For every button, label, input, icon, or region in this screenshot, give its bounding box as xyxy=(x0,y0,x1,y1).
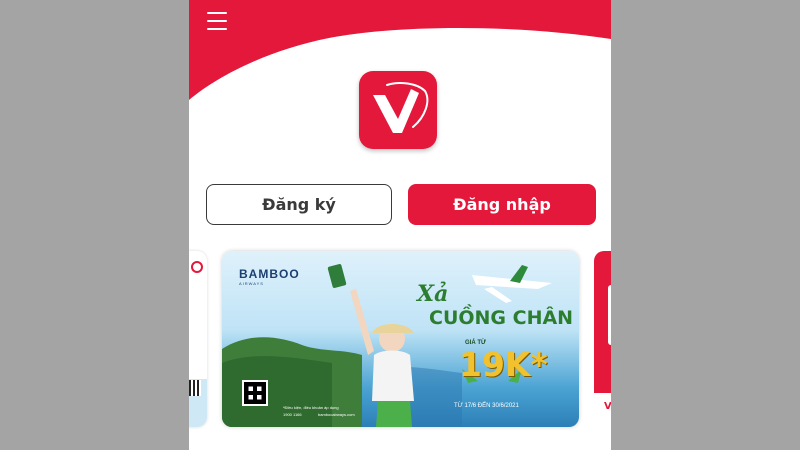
banner-headline-2: CUỒNG CHÂN xyxy=(429,307,574,329)
banner-brand-sub: AIRWAYS xyxy=(239,281,264,286)
banner-note: *Điều kiện, điều khoản áp dụng xyxy=(283,405,339,410)
banner-website: bambooairways.com xyxy=(318,412,355,417)
logo-icon xyxy=(191,261,203,273)
carousel-card-previous[interactable] xyxy=(189,251,207,427)
qr-code-icon xyxy=(189,380,201,396)
banner-dates: TỪ 17/6 ĐẾN 30/6/2021 xyxy=(454,403,519,409)
hamburger-menu-icon[interactable] xyxy=(207,12,227,30)
qr-code-icon xyxy=(242,380,268,406)
logo-icon: V xyxy=(604,401,611,412)
banner-brand: BAMBOO xyxy=(239,267,300,281)
promo-banner-bamboo[interactable]: BAMBOO AIRWAYS Xả CUỒNG CHÂN GIÁ TỪ 19K*… xyxy=(222,251,579,427)
app-screen: Đăng ký Đăng nhập BAMBOO AIRWAYS Xả CUỒN… xyxy=(189,0,611,450)
banner-headline-1: Xả xyxy=(417,281,449,307)
banner-hotline: 1900 1166 xyxy=(283,412,302,417)
card-graphic xyxy=(608,285,611,345)
viettel-v-logo-icon xyxy=(359,71,437,149)
login-button[interactable]: Đăng nhập xyxy=(408,184,596,225)
card-next-footer: V xyxy=(594,393,611,427)
banner-price: 19K* xyxy=(459,345,548,384)
register-button[interactable]: Đăng ký xyxy=(206,184,392,225)
